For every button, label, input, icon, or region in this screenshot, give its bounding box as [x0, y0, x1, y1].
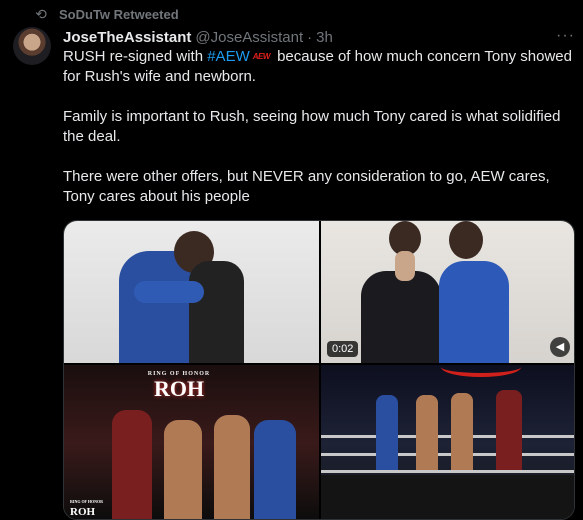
text-segment: RUSH re-signed with [63, 48, 208, 65]
tweet-paragraph-1: RUSH re-signed with #AEW AEW because of h… [63, 47, 575, 87]
roh-corner-logo: RING OF HONOR ROH [70, 497, 103, 518]
timestamp[interactable]: 3h [316, 29, 333, 46]
roh-logo: RING OF HONOR ROH [124, 371, 234, 411]
media-grid: 0:02 ◀ RING OF HONOR ROH RING OF HONOR R… [63, 220, 575, 520]
retweet-icon: ⟲ [35, 5, 47, 22]
media-photo-4[interactable] [321, 365, 574, 519]
avatar[interactable] [13, 27, 51, 65]
media-photo-1[interactable] [64, 221, 319, 363]
tweet-paragraph-2: Family is important to Rush, seeing how … [63, 108, 561, 146]
more-icon[interactable]: ··· [556, 27, 575, 45]
mute-icon[interactable]: ◀ [550, 337, 570, 357]
tweet-header: JoseTheAssistant @JoseAssistant · 3h [63, 27, 573, 47]
aew-hashflag-icon: AEW [252, 52, 271, 62]
logo-main: ROH [153, 376, 205, 401]
retweet-label: SoDuTw Retweeted [59, 6, 179, 22]
tweet-paragraph-3: There were other offers, but NEVER any c… [63, 168, 550, 206]
media-video[interactable]: 0:02 ◀ [321, 221, 574, 363]
retweet-header[interactable]: ⟲ SoDuTw Retweeted [33, 5, 179, 23]
media-photo-3[interactable]: RING OF HONOR ROH RING OF HONOR ROH [64, 365, 319, 519]
author-name[interactable]: JoseTheAssistant [63, 29, 191, 46]
corner-main: ROH [70, 506, 96, 518]
author-handle[interactable]: @JoseAssistant [195, 29, 303, 46]
hashtag-link[interactable]: #AEW [207, 48, 250, 65]
video-duration: 0:02 [327, 341, 359, 357]
separator: · [307, 28, 313, 46]
tweet-text: RUSH re-signed with #AEW AEW because of h… [63, 47, 575, 227]
